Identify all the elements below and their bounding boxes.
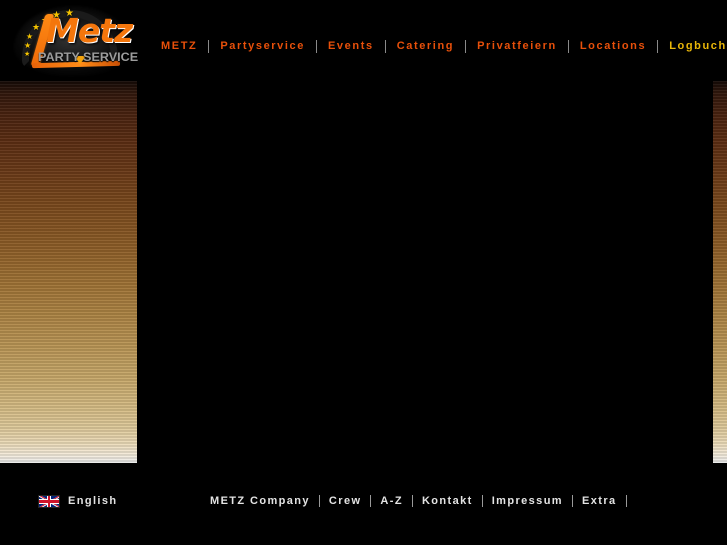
footer-item-metz-company[interactable]: METZ Company	[210, 493, 319, 509]
site-logo[interactable]: ★ ★ ★ ★ ★ ★ ★ Metz PARTY SERVICE	[8, 2, 138, 80]
nav-item-catering[interactable]: Catering	[386, 37, 465, 55]
language-switcher[interactable]: English	[38, 493, 118, 509]
footer-item-impressum[interactable]: Impressum	[483, 493, 572, 509]
nav-item-partyservice[interactable]: Partyservice	[209, 37, 316, 55]
left-gradient-panel	[0, 81, 137, 463]
footer-separator	[625, 495, 627, 507]
footer-item-kontakt[interactable]: Kontakt	[413, 493, 482, 509]
logo-wordmark: Metz	[46, 11, 133, 50]
nav-item-locations[interactable]: Locations	[569, 37, 657, 55]
uk-flag-icon	[38, 494, 60, 508]
footer-item-crew[interactable]: Crew	[320, 493, 371, 509]
primary-navigation: METZ Partyservice Events Catering Privat…	[150, 37, 727, 55]
star-icon: ★	[32, 22, 41, 32]
nav-item-metz[interactable]: METZ	[150, 37, 208, 55]
language-label: English	[68, 495, 118, 507]
nav-item-events[interactable]: Events	[317, 37, 385, 55]
star-icon: ★	[24, 51, 31, 58]
star-icon: ★	[24, 41, 32, 50]
logo-subtitle: PARTY SERVICE	[38, 50, 139, 64]
nav-item-privatfeiern[interactable]: Privatfeiern	[466, 37, 568, 55]
right-gradient-panel	[713, 81, 727, 463]
main-content-area	[137, 81, 713, 463]
footer-item-extra[interactable]: Extra	[573, 493, 626, 509]
footer-navigation: METZ Company Crew A-Z Kontakt Impressum …	[210, 493, 627, 509]
footer-item-a-z[interactable]: A-Z	[371, 493, 412, 509]
site-header: ★ ★ ★ ★ ★ ★ ★ Metz PARTY SERVICE METZ Pa…	[0, 0, 727, 81]
star-icon: ★	[26, 32, 34, 41]
nav-item-logbuch[interactable]: Logbuch	[658, 37, 727, 55]
